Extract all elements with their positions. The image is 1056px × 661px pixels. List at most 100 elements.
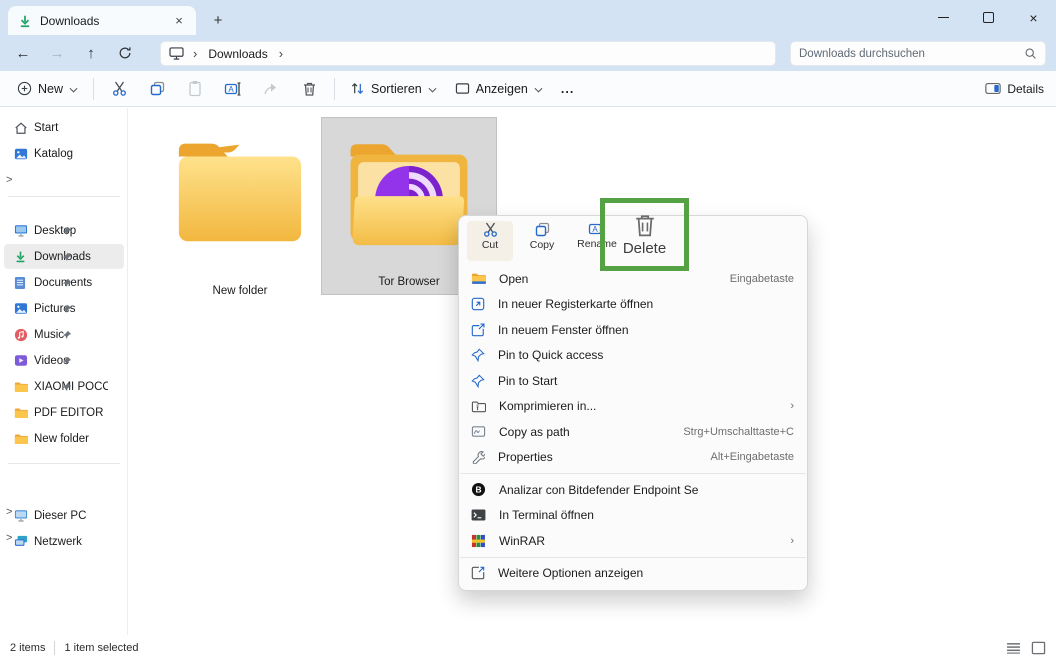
view-icon xyxy=(455,82,470,95)
sort-arrows-icon xyxy=(350,81,365,96)
command-toolbar: New A Sortieren Anzeigen ... Details xyxy=(0,71,1056,107)
sidebar-item-new-folder[interactable]: New folder xyxy=(4,426,124,451)
menu-item-compress[interactable]: Komprimieren in... › xyxy=(459,394,807,420)
back-button[interactable]: ← xyxy=(6,39,40,67)
toolbar-divider xyxy=(334,77,336,100)
sidebar-item-label: New folder xyxy=(34,432,89,445)
tab-close-icon[interactable]: × xyxy=(170,12,188,30)
terminal-icon xyxy=(471,509,486,521)
desktop-location-icon xyxy=(169,47,184,60)
copy-button[interactable] xyxy=(138,74,176,104)
cut-button[interactable] xyxy=(100,74,138,104)
context-copy-button[interactable]: Copy xyxy=(519,221,565,261)
rename-button[interactable]: A xyxy=(214,74,252,104)
menu-item-label: WinRAR xyxy=(499,533,546,548)
more-options-button[interactable]: ... xyxy=(552,74,583,104)
menu-item-label: Open xyxy=(499,271,529,286)
refresh-button[interactable] xyxy=(108,39,142,67)
search-input[interactable] xyxy=(799,47,1024,60)
open-new-tab-icon xyxy=(471,297,485,311)
menu-item-pin-quick-access[interactable]: Pin to Quick access xyxy=(459,343,807,369)
menu-item-winrar[interactable]: WinRAR › xyxy=(459,528,807,554)
details-button[interactable]: Details xyxy=(1007,82,1044,96)
sidebar-item-katalog[interactable]: Katalog xyxy=(4,141,124,166)
sidebar-item-this-pc[interactable]: Dieser PC xyxy=(4,503,124,528)
menu-item-label: Properties xyxy=(498,450,553,465)
close-button[interactable]: × xyxy=(1011,0,1056,35)
file-tile-new-folder[interactable]: New folder xyxy=(152,117,328,297)
sidebar-item-network[interactable]: Netzwerk xyxy=(4,529,124,554)
sidebar-divider xyxy=(8,196,120,197)
more-options-icon xyxy=(471,566,485,580)
sidebar-item-xiaomi-poco[interactable]: XIAOMI POCO F xyxy=(4,374,124,399)
folder-icon xyxy=(14,433,28,445)
gallery-icon xyxy=(14,147,28,161)
delete-command-label[interactable]: Delete xyxy=(623,240,666,257)
status-divider xyxy=(54,641,56,655)
sidebar-item-documents[interactable]: Documents xyxy=(4,270,124,295)
menu-item-label: In neuer Registerkarte öffnen xyxy=(498,297,654,312)
sidebar-item-start[interactable]: Start xyxy=(4,115,124,140)
breadcrumb-chevron-icon: › xyxy=(193,46,198,61)
menu-item-pin-start[interactable]: Pin to Start xyxy=(459,368,807,394)
menu-item-label: Pin to Quick access xyxy=(498,348,604,363)
menu-item-copy-as-path[interactable]: Copy as path Strg+Umschalttaste+C xyxy=(459,419,807,445)
wrench-icon xyxy=(471,450,485,465)
forward-button[interactable]: → xyxy=(40,39,74,67)
sidebar-item-videos[interactable]: Videos xyxy=(4,348,124,373)
chevron-down-icon xyxy=(534,82,543,96)
new-tab-button[interactable]: + xyxy=(206,8,230,32)
delete-button[interactable] xyxy=(290,74,328,104)
pin-icon xyxy=(14,304,120,314)
pin-icon xyxy=(471,374,485,388)
view-button[interactable]: Anzeigen xyxy=(446,74,552,104)
menu-item-label: In Terminal öffnen xyxy=(499,508,594,523)
minimize-button[interactable] xyxy=(921,0,966,35)
chevron-down-icon xyxy=(69,82,78,96)
svg-text:A: A xyxy=(592,225,598,234)
breadcrumb-chevron-icon[interactable]: › xyxy=(276,46,286,61)
home-icon xyxy=(14,121,28,135)
menu-item-properties[interactable]: Properties Alt+Eingabetaste xyxy=(459,445,807,471)
menu-item-open-terminal[interactable]: In Terminal öffnen xyxy=(459,503,807,529)
address-bar[interactable]: › Downloads › xyxy=(160,41,776,66)
expand-chevron-icon[interactable]: > xyxy=(6,174,12,186)
up-button[interactable]: ↑ xyxy=(74,39,108,67)
sidebar-item-pictures[interactable]: Pictures xyxy=(4,296,124,321)
paste-button[interactable] xyxy=(176,74,214,104)
list-view-toggle-icon[interactable] xyxy=(1006,642,1021,654)
command-label: Cut xyxy=(481,239,499,251)
trash-icon[interactable] xyxy=(633,212,657,238)
file-name: New folder xyxy=(212,285,268,297)
file-name: Tor Browser xyxy=(378,276,440,288)
sidebar-item-pdf-editor[interactable]: PDF EDITOR xyxy=(4,400,124,425)
menu-item-label: Weitere Optionen anzeigen xyxy=(498,566,644,581)
new-button-label: New xyxy=(38,81,64,96)
new-button[interactable]: New xyxy=(8,74,87,104)
explorer-tab[interactable]: Downloads × xyxy=(8,6,196,35)
menu-item-show-more-options[interactable]: Weitere Optionen anzeigen xyxy=(459,561,807,587)
maximize-button[interactable] xyxy=(966,0,1011,35)
sidebar-divider xyxy=(8,463,120,464)
large-icons-view-toggle-icon[interactable] xyxy=(1031,641,1046,655)
open-folder-icon xyxy=(471,272,486,285)
titlebar: Downloads × + × xyxy=(0,0,1056,35)
sidebar-item-desktop[interactable]: Desktop xyxy=(4,218,124,243)
pin-icon xyxy=(14,330,120,340)
sort-button[interactable]: Sortieren xyxy=(341,74,446,104)
search-icon xyxy=(1024,47,1037,60)
search-box[interactable] xyxy=(790,41,1046,66)
breadcrumb[interactable]: Downloads xyxy=(206,47,269,61)
menu-item-open-new-window[interactable]: In neuem Fenster öffnen xyxy=(459,317,807,343)
sidebar-item-downloads[interactable]: Downloads xyxy=(4,244,124,269)
submenu-chevron-icon: › xyxy=(790,534,794,547)
menu-item-open-new-tab[interactable]: In neuer Registerkarte öffnen xyxy=(459,292,807,318)
share-button[interactable] xyxy=(252,74,290,104)
menu-separator xyxy=(460,473,806,474)
sidebar-item-music[interactable]: Music xyxy=(4,322,124,347)
menu-item-bitdefender-scan[interactable]: B Analizar con Bitdefender Endpoint Se xyxy=(459,477,807,503)
menu-item-label: Komprimieren in... xyxy=(499,399,597,414)
sidebar-item-label: Katalog xyxy=(34,147,74,160)
selected-count: 1 item selected xyxy=(64,642,139,654)
context-cut-button[interactable]: Cut xyxy=(467,221,513,261)
